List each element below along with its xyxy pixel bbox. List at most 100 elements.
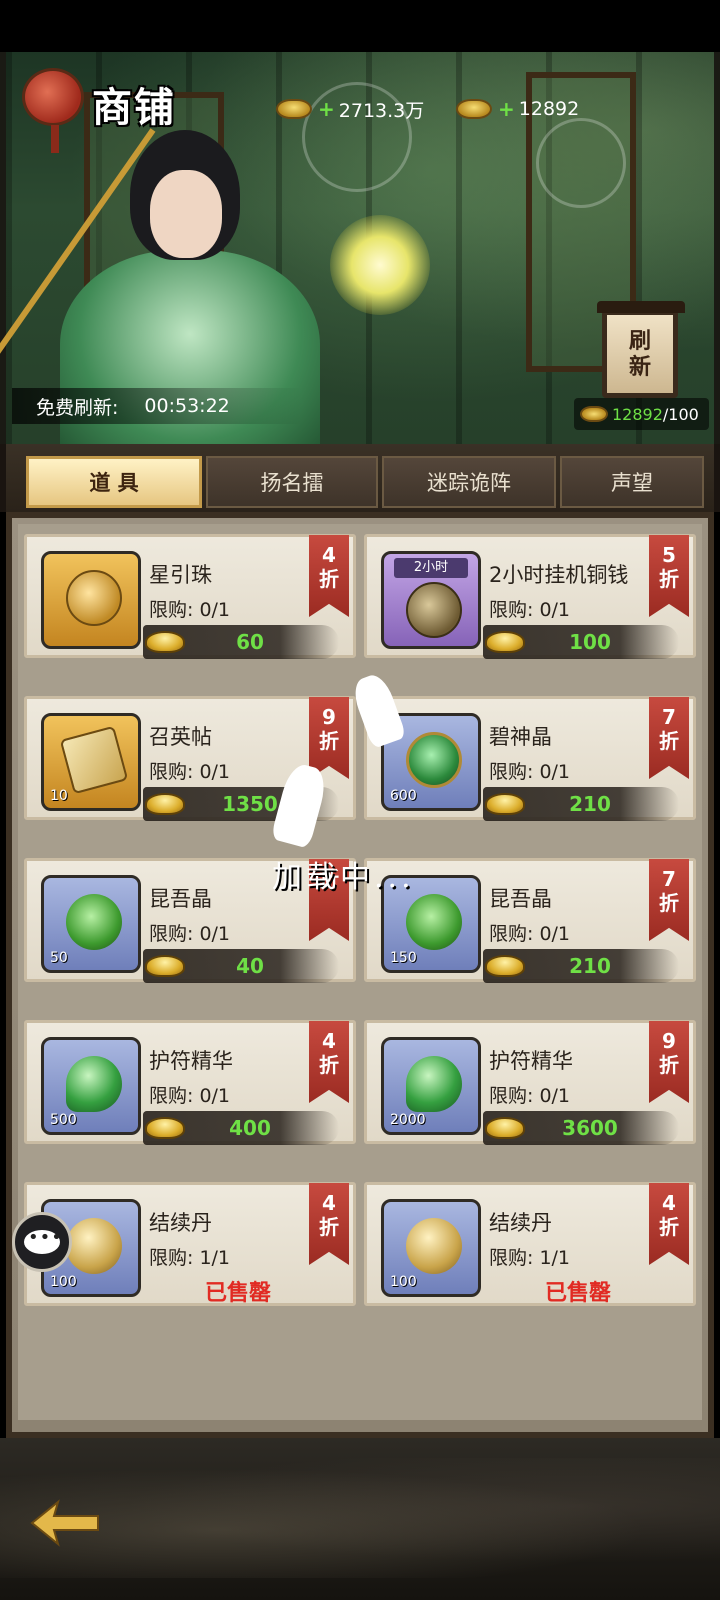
discount-number: 9	[662, 1029, 676, 1053]
discount-badge: 5折	[649, 535, 689, 617]
discount-badge: 4折	[309, 535, 349, 617]
item-art	[406, 732, 462, 788]
shop-item-card[interactable]: 星引珠 限购: 0/1 60 4折	[24, 534, 356, 659]
loading-text: 加载中...	[272, 860, 415, 895]
discount-number: 4	[322, 1191, 336, 1215]
item-name: 护符精华	[149, 1049, 233, 1073]
refresh-label-1: 刷	[628, 327, 651, 354]
discount-badge: 4折	[309, 1021, 349, 1103]
price-bar: 210	[483, 787, 679, 821]
amulet-essence-icon: 2000	[381, 1037, 481, 1135]
free-refresh-timer: 免费刷新: 00:53:22	[12, 388, 302, 424]
item-price: 100	[569, 630, 611, 654]
free-refresh-label: 免费刷新:	[36, 396, 119, 419]
discount-word: 折	[659, 567, 679, 591]
tab-items[interactable]: 道 具	[26, 456, 202, 508]
add-copper-icon[interactable]: +	[318, 97, 335, 121]
sparkle-ring	[536, 118, 626, 208]
price-bar: 60	[143, 625, 339, 659]
item-limit: 限购: 1/1	[489, 1247, 571, 1269]
discount-word: 折	[659, 891, 679, 915]
discount-number: 4	[322, 1029, 336, 1053]
shop-item-card[interactable]: 500 护符精华 限购: 0/1 400 4折	[24, 1020, 356, 1145]
refresh-have: 12892	[612, 404, 663, 424]
item-name: 召英帖	[149, 725, 212, 749]
discount-badge: 7折	[649, 697, 689, 779]
shop-item-card[interactable]: 10 召英帖 限购: 0/1 1350 9折	[24, 696, 356, 821]
discount-badge: 9折	[649, 1021, 689, 1103]
item-quantity: 500	[50, 1112, 77, 1128]
back-button[interactable]	[24, 1496, 104, 1550]
item-limit: 限购: 0/1	[489, 1085, 571, 1107]
discount-word: 折	[659, 1215, 679, 1239]
item-limit: 限购: 0/1	[149, 923, 231, 945]
gold-ingot-icon	[485, 793, 525, 815]
item-price: 400	[229, 1116, 271, 1140]
duration-tag: 2小时	[394, 558, 468, 578]
item-art	[406, 1218, 462, 1274]
tab-arena[interactable]: 扬名擂	[206, 456, 378, 508]
discount-number: 5	[662, 543, 676, 567]
refresh-label-2: 新	[628, 354, 651, 380]
copper-amount: 2713.3万	[338, 99, 425, 122]
add-gold-icon[interactable]: +	[498, 97, 515, 121]
shop-grid: 星引珠 限购: 0/1 60 4折 2小时 2小时挂机铜钱 限购: 0/1 10…	[18, 524, 702, 1420]
jade-crystal-icon: 600	[381, 713, 481, 811]
item-quantity: 600	[390, 788, 417, 804]
item-name: 护符精华	[489, 1049, 573, 1073]
star-orb-icon	[41, 551, 141, 649]
item-limit: 限购: 0/1	[149, 599, 231, 621]
refresh-button[interactable]: 刷 新	[597, 301, 685, 398]
item-art	[59, 725, 129, 795]
item-quantity: 100	[390, 1274, 417, 1290]
gold-currency[interactable]: + 12892	[456, 92, 579, 126]
character-robe	[60, 250, 320, 460]
item-limit: 限购: 0/1	[149, 1085, 231, 1107]
free-refresh-time: 00:53:22	[144, 395, 230, 417]
item-art	[66, 570, 122, 626]
lantern-icon	[22, 68, 84, 153]
item-limit: 限购: 1/1	[149, 1247, 231, 1269]
discount-word: 折	[659, 729, 679, 753]
discount-badge: 9折	[309, 697, 349, 779]
item-art	[66, 1056, 122, 1112]
gold-ingot-icon	[145, 1117, 185, 1139]
item-art	[66, 1218, 122, 1274]
tab-maze[interactable]: 迷踪诡阵	[382, 456, 556, 508]
green-crystal-icon: 50	[41, 875, 141, 973]
item-price: 210	[569, 954, 611, 978]
refresh-cost: 12892 /100	[574, 398, 709, 430]
tab-reputation[interactable]: 声望	[560, 456, 704, 508]
item-art	[66, 894, 122, 950]
item-quantity: 2000	[390, 1112, 426, 1128]
ink-wave-decoration	[0, 1458, 720, 1578]
price-bar: 100	[483, 625, 679, 659]
item-art	[406, 1056, 462, 1112]
shop-item-card[interactable]: 2小时 2小时挂机铜钱 限购: 0/1 100 5折	[364, 534, 696, 659]
gold-ingot-icon	[580, 406, 608, 422]
price-bar: 210	[483, 949, 679, 983]
gold-ingot-icon	[145, 955, 185, 977]
discount-number: 7	[662, 867, 676, 891]
shop-item-card[interactable]: 100 结续丹 限购: 1/1 已售罄 4折	[24, 1182, 356, 1306]
item-price: 40	[236, 954, 264, 978]
item-price: 3600	[562, 1116, 618, 1140]
gold-ingot-icon	[485, 631, 525, 653]
item-name: 结续丹	[149, 1211, 212, 1235]
gold-ingot-icon	[485, 955, 525, 977]
discount-number: 4	[322, 543, 336, 567]
shop-item-card[interactable]: 100 结续丹 限购: 1/1 已售罄 4折	[364, 1182, 696, 1306]
item-quantity: 150	[390, 950, 417, 966]
discount-word: 折	[319, 1053, 339, 1077]
shop-item-card[interactable]: 2000 护符精华 限购: 0/1 3600 9折	[364, 1020, 696, 1145]
item-name: 昆吾晶	[489, 887, 552, 911]
chat-bubble-icon	[24, 1227, 63, 1254]
status-bar-area	[0, 0, 720, 52]
item-quantity: 50	[50, 950, 68, 966]
gold-ingot-icon	[485, 1117, 525, 1139]
discount-badge: 4折	[309, 1183, 349, 1265]
gold-ingot-icon	[456, 99, 492, 119]
shop-item-card[interactable]: 600 碧神晶 限购: 0/1 210 7折	[364, 696, 696, 821]
chat-button[interactable]	[12, 1212, 72, 1272]
price-bar: 40	[143, 949, 339, 983]
